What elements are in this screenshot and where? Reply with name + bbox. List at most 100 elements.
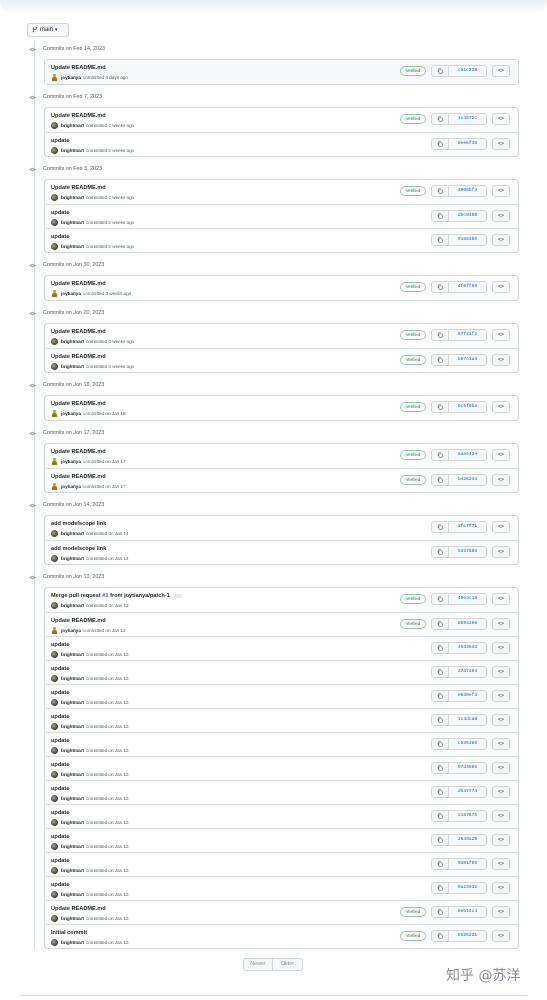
avatar[interactable] [51, 194, 58, 201]
commit-sha-link[interactable]: 9eb14c4 [449, 906, 487, 918]
commit-sha-link[interactable]: 8594260 [449, 618, 487, 630]
browse-repository-button[interactable]: <> [492, 546, 510, 558]
avatar[interactable] [51, 627, 58, 634]
older-button[interactable]: Older [273, 958, 303, 971]
commit-author[interactable]: brightmart [61, 220, 84, 225]
commit-message[interactable]: Update README.md [51, 474, 106, 480]
browse-repository-button[interactable]: <> [492, 138, 510, 150]
commit-title-suffix[interactable]: from joytianya/patch-1 [109, 593, 170, 599]
commit-sha-link[interactable]: 1c3dca8 [449, 714, 487, 726]
commit-author[interactable]: brightmart [61, 700, 84, 705]
commit-message[interactable]: Update README.md [51, 618, 106, 624]
commit-message[interactable]: Update README.md [51, 401, 106, 407]
commit-message[interactable]: Update README.md [51, 65, 106, 71]
commit-author[interactable]: brightmart [61, 676, 84, 681]
avatar[interactable] [51, 410, 58, 417]
browse-repository-button[interactable]: <> [492, 642, 510, 654]
commit-message[interactable]: update [51, 786, 69, 792]
commit-message[interactable]: update [51, 882, 69, 888]
commit-sha-link[interactable]: 4033643 [449, 642, 487, 654]
avatar[interactable] [51, 699, 58, 706]
browse-repository-button[interactable]: <> [492, 234, 510, 246]
commit-title[interactable]: update [51, 642, 69, 648]
browse-repository-button[interactable]: <> [492, 185, 510, 197]
commit-title[interactable]: Update README.md [51, 906, 106, 912]
copy-sha-button[interactable] [431, 738, 449, 750]
commit-message[interactable]: update [51, 138, 69, 144]
commit-message[interactable]: update [51, 666, 69, 672]
commit-title[interactable]: Update README.md [51, 185, 106, 191]
copy-sha-button[interactable] [431, 834, 449, 846]
commit-title[interactable]: update [51, 666, 69, 672]
commit-message[interactable]: add modelscope link [51, 521, 106, 527]
copy-sha-button[interactable] [431, 138, 449, 150]
commit-title[interactable]: update [51, 138, 69, 144]
commit-title[interactable]: Update README.md [51, 449, 106, 455]
browse-repository-button[interactable]: <> [492, 113, 510, 125]
commit-author[interactable]: brightmart [61, 364, 84, 369]
copy-sha-button[interactable] [431, 210, 449, 222]
commit-sha-link[interactable]: b426244 [449, 474, 487, 486]
commit-message[interactable]: Initial commit [51, 930, 87, 936]
commit-sha-link[interactable]: 2747404 [449, 666, 487, 678]
avatar[interactable] [51, 651, 58, 658]
commit-author[interactable]: brightmart [61, 724, 84, 729]
verified-badge[interactable]: Verified [400, 907, 426, 917]
commit-title[interactable]: add modelscope link [51, 521, 106, 527]
commit-message[interactable]: update [51, 858, 69, 864]
commit-title[interactable]: Update README.md [51, 618, 106, 624]
avatar[interactable] [51, 867, 58, 874]
verified-badge[interactable]: Verified [400, 594, 426, 604]
browse-repository-button[interactable]: <> [492, 762, 510, 774]
avatar[interactable] [51, 219, 58, 226]
copy-sha-button[interactable] [431, 521, 449, 533]
browse-repository-button[interactable]: <> [492, 401, 510, 413]
commit-author[interactable]: brightmart [61, 892, 84, 897]
commit-message[interactable]: Update README.md [51, 354, 106, 360]
verified-badge[interactable]: Verified [400, 282, 426, 292]
browse-repository-button[interactable]: <> [492, 930, 510, 942]
commit-sha-link[interactable]: 97d4686 [449, 762, 487, 774]
commit-title[interactable]: update [51, 858, 69, 864]
commit-sha-link[interactable]: 6a23832 [449, 882, 487, 894]
avatar[interactable] [51, 771, 58, 778]
avatar[interactable] [51, 915, 58, 922]
browse-repository-button[interactable]: <> [492, 666, 510, 678]
avatar[interactable] [51, 723, 58, 730]
commit-author[interactable]: brightmart [61, 339, 84, 344]
commit-message[interactable]: Update README.md [51, 906, 106, 912]
browse-repository-button[interactable]: <> [492, 329, 510, 341]
commit-message[interactable]: update [51, 834, 69, 840]
commit-sha-link[interactable]: 4f0ff69 [449, 281, 487, 293]
browse-repository-button[interactable]: <> [492, 474, 510, 486]
commit-title[interactable]: Update README.md [51, 113, 106, 119]
commit-title[interactable]: Update README.md [51, 329, 106, 335]
commit-author[interactable]: brightmart [61, 820, 84, 825]
commit-title[interactable]: Merge pull request [51, 593, 102, 599]
copy-sha-button[interactable] [431, 234, 449, 246]
browse-repository-button[interactable]: <> [492, 882, 510, 894]
browse-repository-button[interactable]: <> [492, 738, 510, 750]
copy-sha-button[interactable] [431, 906, 449, 918]
avatar[interactable] [51, 147, 58, 154]
commit-sha-link[interactable]: c51c320 [449, 65, 487, 77]
copy-sha-button[interactable] [431, 185, 449, 197]
copy-sha-button[interactable] [431, 714, 449, 726]
browse-repository-button[interactable]: <> [492, 593, 510, 605]
browse-repository-button[interactable]: <> [492, 521, 510, 533]
avatar[interactable] [51, 555, 58, 562]
verified-badge[interactable]: Verified [400, 330, 426, 340]
copy-sha-button[interactable] [431, 786, 449, 798]
commit-sha-link[interactable]: 97f41f2 [449, 329, 487, 341]
copy-sha-button[interactable] [431, 593, 449, 605]
browse-repository-button[interactable]: <> [492, 714, 510, 726]
commit-sha-link[interactable]: b07c1a4 [449, 354, 487, 366]
commit-author[interactable]: brightmart [61, 868, 84, 873]
commit-title[interactable]: update [51, 810, 69, 816]
copy-sha-button[interactable] [431, 690, 449, 702]
commit-message[interactable]: Update README.md [51, 449, 106, 455]
avatar[interactable] [51, 290, 58, 297]
commit-message[interactable]: update [51, 234, 69, 240]
commit-message[interactable]: update [51, 690, 69, 696]
commit-message[interactable]: update [51, 738, 69, 744]
